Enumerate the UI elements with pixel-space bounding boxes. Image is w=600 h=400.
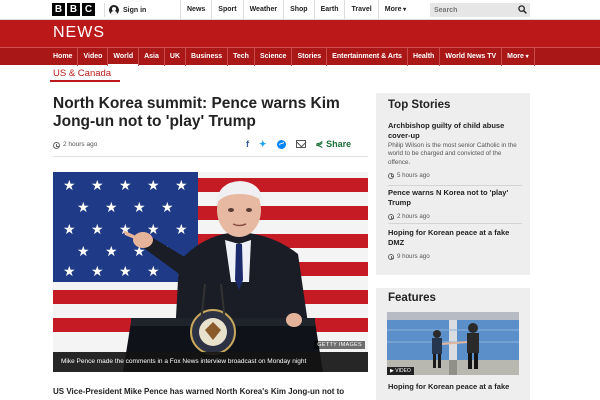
divider [53,156,368,157]
global-nav: News Sport Weather Shop Earth Travel Mor… [180,0,412,20]
features-panel: Features ▶ VIDEO Hoping for Korean peace… [376,288,530,400]
news-logo[interactable]: NEWS [53,24,105,42]
clock-icon [53,142,60,149]
search-input[interactable] [434,4,514,16]
logo-letter: B [67,3,80,16]
top-story-item[interactable]: Hoping for Korean peace at a fake DMZ 9 … [388,228,523,262]
email-icon[interactable] [295,140,306,148]
share-tools: f ✦ ⋞ Share [246,139,351,149]
nav-home[interactable]: Home [48,48,79,66]
story-title: Hoping for Korean peace at a fake DMZ [388,228,510,247]
logo-letter: B [52,3,65,16]
person-icon [109,5,119,15]
svg-text:★: ★ [147,178,160,194]
global-nav-weather[interactable]: Weather [242,0,284,20]
nav-science[interactable]: Science [255,48,293,66]
nav-entertainment-arts[interactable]: Entertainment & Arts [327,48,408,66]
top-story-item[interactable]: Pence warns N Korea not to 'play' Trump … [388,188,523,222]
story-summary: Philip Wilson is the most senior Catholi… [388,142,517,166]
nav-uk[interactable]: UK [165,48,187,66]
clock-icon [388,214,394,220]
nav-tech[interactable]: Tech [228,48,255,66]
top-story-item[interactable]: Archbishop guilty of child abuse cover-u… [388,121,523,181]
search-box [430,3,530,17]
top-stories-title: Top Stories [388,99,451,111]
share-label: Share [326,139,352,149]
svg-text:★: ★ [105,200,118,216]
messenger-icon[interactable] [276,139,286,149]
article-timestamp: 2 hours ago [63,141,98,148]
signin-label: Sign in [123,6,147,14]
facebook-icon[interactable]: f [246,139,249,149]
feature-image[interactable]: ▶ VIDEO [387,312,519,375]
section-label[interactable]: US & Canada [53,68,111,79]
svg-text:★: ★ [119,178,132,194]
story-time: 2 hours ago [397,213,430,220]
divider [388,223,522,224]
story-meta: 5 hours ago [388,172,523,181]
clock-icon [388,172,394,179]
svg-text:★: ★ [77,244,90,260]
story-title: Archbishop guilty of child abuse cover-u… [388,121,505,140]
bbc-logo[interactable]: B B C [52,3,95,16]
divider [388,185,522,186]
global-nav-news[interactable]: News [180,0,211,20]
dmz-photo [387,312,519,375]
article-body-lead: US Vice-President Mike Pence has warned … [53,387,345,396]
global-nav-sport[interactable]: Sport [211,0,242,20]
bbc-global-bar: B B C Sign in News Sport Weather Shop Ea… [0,0,600,20]
svg-text:★: ★ [175,222,188,238]
svg-text:★: ★ [63,178,76,194]
share-icon: ⋞ [315,139,324,149]
section-underline [50,80,120,82]
article-headline: North Korea summit: Pence warns Kim Jong… [53,95,340,130]
svg-text:★: ★ [63,222,76,238]
svg-text:★: ★ [63,264,76,280]
svg-text:★: ★ [147,264,160,280]
global-nav-travel[interactable]: Travel [344,0,377,20]
hero-image: ★★★★★ ★★★★ ★★★★★ ★★★★ ★★★★★ GETTY IM [53,172,368,372]
global-nav-earth[interactable]: Earth [313,0,345,20]
logo-letter: C [82,3,95,16]
global-nav-more[interactable]: More [377,0,412,20]
svg-text:★: ★ [91,178,104,194]
nav-asia[interactable]: Asia [139,48,165,66]
story-title: Pence warns N Korea not to 'play' Trump [388,188,509,207]
svg-text:★: ★ [77,200,90,216]
news-header: NEWS Home Video World Asia UK Business T… [0,20,600,66]
twitter-icon[interactable]: ✦ [259,139,267,149]
svg-text:★: ★ [133,200,146,216]
nav-business[interactable]: Business [186,48,229,66]
story-meta: 2 hours ago [388,213,523,222]
svg-text:★: ★ [175,178,188,194]
main-nav: Home Video World Asia UK Business Tech S… [0,47,600,66]
top-stories-panel: Top Stories Archbishop guilty of child a… [376,93,530,275]
signin-link[interactable]: Sign in [104,3,146,17]
story-time: 5 hours ago [397,171,430,179]
nav-health[interactable]: Health [408,48,441,66]
nav-video[interactable]: Video [78,48,109,66]
nav-world-news-tv[interactable]: World News TV [440,48,503,66]
nav-world[interactable]: World [108,48,140,66]
image-credit: GETTY IMAGES [314,341,365,349]
svg-text:★: ★ [161,200,174,216]
svg-text:★: ★ [105,244,118,260]
feature-title[interactable]: Hoping for Korean peace at a fake [388,382,523,392]
search-icon[interactable] [518,5,527,14]
video-tag: ▶ VIDEO [387,367,414,375]
svg-text:★: ★ [91,222,104,238]
clock-icon [388,254,394,260]
story-time: 9 hours ago [397,253,430,260]
nav-stories[interactable]: Stories [292,48,328,66]
global-nav-shop[interactable]: Shop [283,0,314,20]
svg-text:★: ★ [91,264,104,280]
svg-text:★: ★ [119,264,132,280]
article-meta: 2 hours ago f ✦ ⋞ Share [53,139,368,155]
nav-more[interactable]: More [502,48,535,66]
features-title: Features [388,292,436,304]
share-button[interactable]: ⋞ Share [316,139,352,149]
story-meta: 9 hours ago [388,253,523,262]
image-caption: Mike Pence made the comments in a Fox Ne… [53,352,368,372]
